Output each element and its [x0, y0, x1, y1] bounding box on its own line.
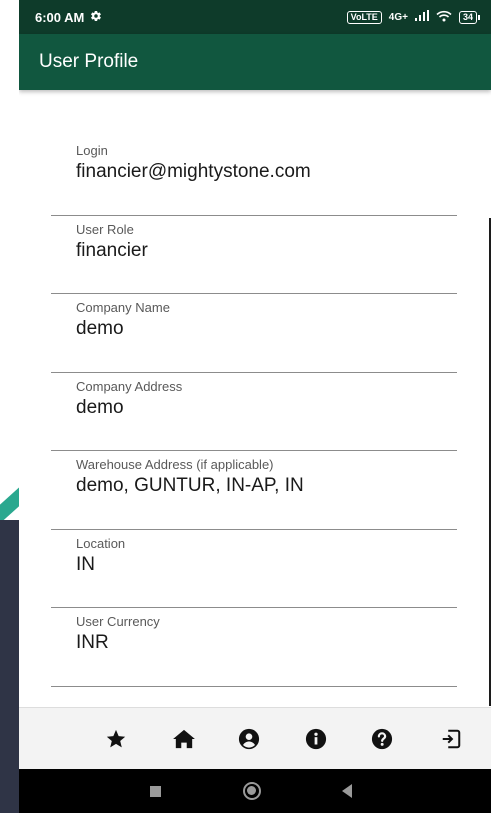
field-label: User Role — [76, 221, 134, 237]
logout-icon[interactable] — [436, 724, 466, 754]
field-value: financier@mightystone.com — [76, 161, 311, 182]
field-value: demo, GUNTUR, IN-AP, IN — [76, 475, 304, 496]
page-title: User Profile — [39, 51, 139, 72]
field-location: Location IN — [51, 530, 457, 608]
field-label: Login — [76, 143, 108, 158]
field-company-address: Company Address demo — [51, 373, 457, 451]
status-time-group: 6:00 AM — [35, 10, 102, 25]
home-icon[interactable] — [169, 724, 199, 754]
field-value: INR — [76, 632, 109, 653]
field-value: demo — [76, 318, 124, 339]
home-circle-icon[interactable] — [243, 782, 261, 800]
app-bar: User Profile — [19, 34, 491, 90]
field-label: Location — [76, 535, 126, 551]
status-bar: 6:00 AM VoLTE 4G+ 34 — [19, 0, 491, 34]
star-icon[interactable] — [101, 724, 131, 754]
phone-screen: 6:00 AM VoLTE 4G+ 34 User Profile Login … — [19, 0, 491, 813]
account-icon[interactable] — [234, 724, 264, 754]
field-user-role: User Role financier — [51, 216, 457, 294]
field-value: IN — [76, 553, 95, 575]
bottom-navigation — [19, 707, 491, 769]
status-indicators: VoLTE 4G+ 34 — [346, 10, 481, 25]
status-time: 6:00 AM — [35, 9, 85, 25]
back-arrow-icon[interactable] — [342, 784, 352, 798]
field-label: Company Name — [76, 300, 170, 315]
field-company-name: Company Name demo — [51, 294, 457, 373]
profile-content: Login financier@mightystone.com User Rol… — [19, 90, 491, 707]
field-value: demo — [76, 396, 124, 418]
field-value: financier — [76, 239, 148, 261]
field-label: User Currency — [76, 614, 160, 629]
system-navigation-bar — [19, 769, 491, 813]
help-icon[interactable] — [367, 724, 397, 754]
field-label: Company Address — [76, 378, 183, 394]
profile-fields: Login financier@mightystone.com User Rol… — [51, 137, 457, 687]
field-user-currency: User Currency INR — [51, 608, 457, 687]
wifi-icon — [436, 10, 452, 25]
volte-icon: VoLTE — [346, 10, 382, 24]
field-login: Login financier@mightystone.com — [51, 137, 457, 216]
field-label: Warehouse Address (if applicable) — [76, 457, 274, 472]
field-warehouse-address: Warehouse Address (if applicable) demo, … — [51, 451, 457, 530]
settings-gear-icon — [90, 10, 102, 25]
signal-icon — [414, 10, 429, 24]
info-icon[interactable] — [301, 724, 331, 754]
battery-icon: 34 — [458, 10, 481, 24]
network-type: 4G+ — [388, 11, 408, 23]
recent-apps-icon[interactable] — [150, 786, 161, 797]
